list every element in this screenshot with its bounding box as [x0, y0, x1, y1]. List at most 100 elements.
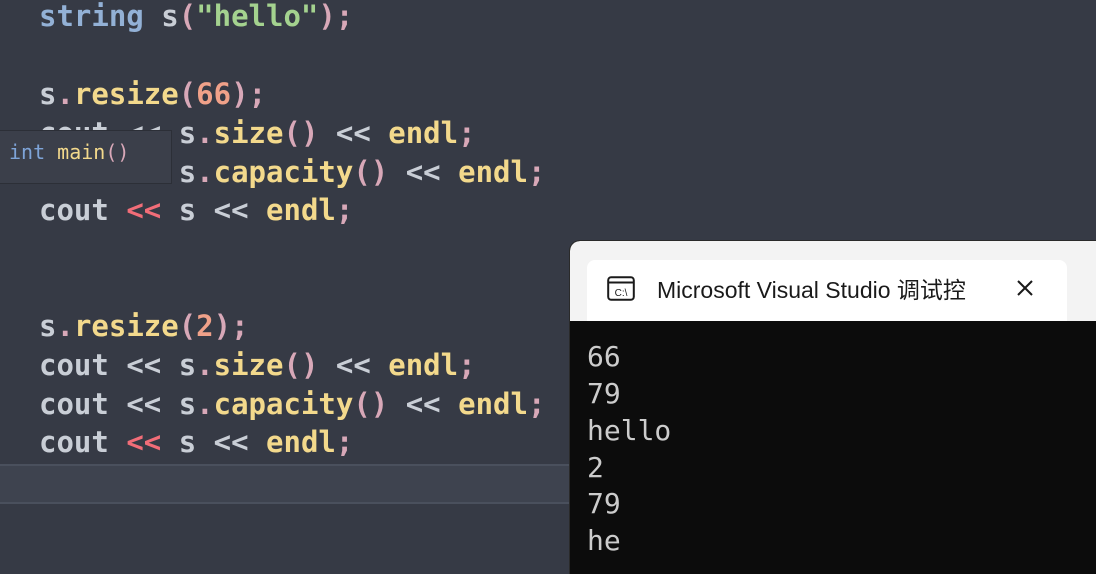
- code-token-number: 66: [196, 77, 232, 111]
- code-token-operator: <<: [405, 387, 441, 421]
- code-token-semicolon: ;: [458, 348, 476, 382]
- code-token-number: 2: [196, 309, 214, 343]
- code-line[interactable]: string s("hello");: [39, 0, 353, 35]
- code-token-function: endl: [458, 387, 528, 421]
- code-token-identifier: s: [39, 77, 57, 111]
- code-line[interactable]: s.resize(2);: [39, 307, 249, 345]
- code-token-type: string: [39, 0, 144, 33]
- code-token-identifier: s: [161, 0, 179, 33]
- console-titlebar[interactable]: C:\ Microsoft Visual Studio 调试控: [570, 241, 1096, 321]
- function-scope-tooltip[interactable]: int main(): [0, 130, 172, 184]
- tooltip-function-name: main: [57, 140, 106, 164]
- code-token-string: "hello": [196, 0, 319, 33]
- console-icon: C:\: [607, 276, 635, 301]
- console-output[interactable]: 66 79 hello 2 79 he: [570, 321, 1096, 574]
- code-token-semicolon: ;: [527, 155, 546, 189]
- code-token-punctuation: .: [196, 348, 214, 382]
- console-output-line: 79: [587, 487, 621, 520]
- code-token-identifier: [161, 193, 178, 227]
- code-token-semicolon: ;: [335, 0, 354, 33]
- code-token-identifier: [161, 387, 178, 421]
- code-token-operator: <<: [405, 155, 441, 189]
- code-token-operator: <<: [126, 193, 162, 227]
- code-token-identifier: s: [39, 309, 57, 343]
- code-token-operator: <<: [126, 348, 162, 382]
- code-token-identifier: s: [178, 387, 197, 421]
- code-token-punctuation: ): [231, 77, 249, 111]
- code-token-identifier: [196, 193, 213, 227]
- close-icon[interactable]: [1011, 274, 1039, 302]
- code-token-function: size: [213, 116, 284, 150]
- code-token-identifier: s: [178, 116, 197, 150]
- tooltip-return-type: int: [9, 140, 46, 164]
- code-token-identifier: [109, 387, 126, 421]
- code-token-function: endl: [388, 116, 459, 150]
- code-token-identifier: cout: [39, 425, 109, 459]
- code-token-punctuation: .: [196, 155, 214, 189]
- console-tab-title: Microsoft Visual Studio 调试控: [657, 277, 966, 303]
- code-token-punctuation: (: [178, 77, 197, 111]
- code-token-function: endl: [266, 193, 336, 227]
- code-line[interactable]: cout << s << endl;: [39, 423, 353, 461]
- code-token-identifier: [161, 425, 178, 459]
- code-token-identifier: [249, 425, 266, 459]
- code-token-identifier: [388, 155, 405, 189]
- code-token-semicolon: ;: [458, 116, 476, 150]
- console-output-line: 66: [587, 340, 621, 373]
- svg-text:C:\: C:\: [615, 288, 628, 299]
- code-token-identifier: [249, 193, 266, 227]
- debug-console-window[interactable]: C:\ Microsoft Visual Studio 调试控 66 79 he…: [570, 241, 1096, 574]
- console-tab[interactable]: C:\ Microsoft Visual Studio 调试控: [587, 260, 1067, 321]
- code-token-operator: <<: [335, 348, 371, 382]
- code-token-function: capacity: [213, 387, 354, 421]
- code-token-function: endl: [266, 425, 336, 459]
- code-token-identifier: cout: [39, 193, 109, 227]
- code-token-identifier: [318, 348, 335, 382]
- code-token-punctuation: (): [283, 348, 319, 382]
- code-line[interactable]: s.resize(66);: [39, 75, 266, 113]
- screen: string s("hello"); s.resize(66); cout <<…: [0, 0, 1096, 574]
- console-output-line: he: [587, 524, 621, 557]
- code-token-punctuation: .: [56, 77, 74, 111]
- code-line[interactable]: cout << s << endl;: [39, 191, 353, 229]
- code-token-punctuation: .: [196, 116, 214, 150]
- code-token-identifier: [318, 116, 335, 150]
- console-output-line: hello: [587, 414, 672, 447]
- code-line[interactable]: cout << s.size() << endl;: [39, 346, 476, 384]
- code-token-identifier: s: [178, 193, 197, 227]
- code-token-identifier: s: [178, 425, 197, 459]
- code-token-punctuation: (): [353, 155, 389, 189]
- console-output-line: 2: [587, 451, 604, 484]
- code-token-punctuation: (: [178, 309, 197, 343]
- code-token-punctuation: ): [213, 309, 232, 343]
- code-token-semicolon: ;: [335, 193, 354, 227]
- code-token-identifier: [371, 116, 388, 150]
- code-token-semicolon: ;: [335, 425, 354, 459]
- code-token-identifier: cout: [39, 348, 109, 382]
- console-output-line: 79: [587, 377, 621, 410]
- code-token-operator: <<: [213, 193, 249, 227]
- code-token-punctuation: (): [353, 387, 389, 421]
- code-token-identifier: [144, 0, 161, 33]
- code-token-identifier: [441, 155, 458, 189]
- code-token-function: endl: [458, 155, 528, 189]
- code-token-semicolon: ;: [231, 309, 249, 343]
- tooltip-parens: (): [105, 140, 130, 164]
- code-token-semicolon: ;: [248, 77, 267, 111]
- code-token-identifier: [109, 425, 126, 459]
- code-token-punctuation: .: [56, 309, 74, 343]
- code-token-identifier: [196, 425, 213, 459]
- code-token-operator: <<: [126, 425, 162, 459]
- code-line[interactable]: cout << s.capacity() << endl;: [39, 385, 545, 423]
- code-token-identifier: [109, 348, 126, 382]
- code-token-identifier: [161, 348, 178, 382]
- code-token-punctuation: (: [178, 0, 197, 33]
- code-token-punctuation: .: [196, 387, 214, 421]
- code-token-function: capacity: [213, 155, 354, 189]
- code-token-function: resize: [73, 309, 179, 343]
- code-token-identifier: s: [178, 348, 197, 382]
- code-token-semicolon: ;: [527, 387, 546, 421]
- code-token-function: resize: [73, 77, 179, 111]
- code-token-function: size: [213, 348, 284, 382]
- code-token-identifier: [109, 193, 126, 227]
